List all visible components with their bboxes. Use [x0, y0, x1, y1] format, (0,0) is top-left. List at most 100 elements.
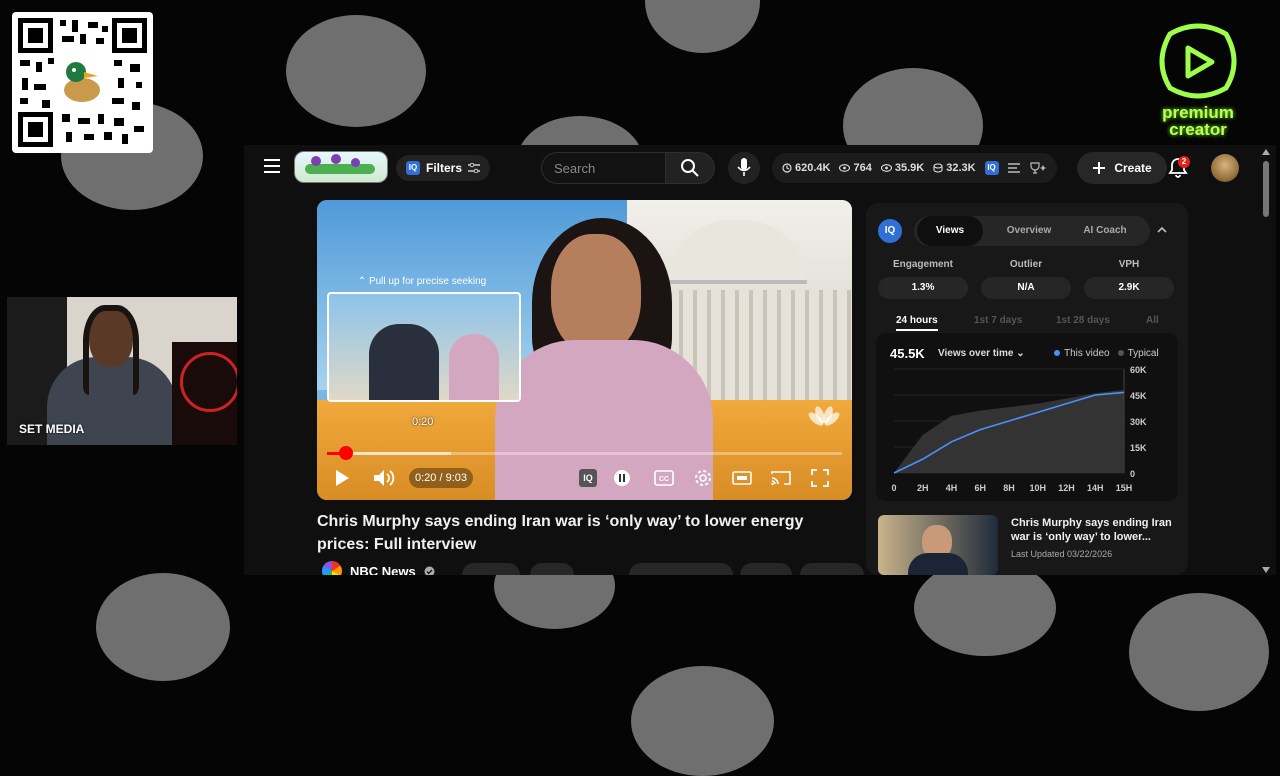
play-button[interactable]	[329, 465, 355, 491]
trophy-sparkle-icon[interactable]	[1029, 162, 1047, 174]
like-dislike-button[interactable]	[629, 563, 733, 575]
panel-tabs: Views Overview AI Coach	[914, 216, 1150, 246]
fullscreen-icon	[811, 469, 829, 487]
progress-bar[interactable]	[327, 452, 842, 455]
stat-views: 35.9K	[881, 162, 924, 174]
stat-value: 764	[853, 162, 871, 174]
scroll-down-arrow-icon[interactable]	[1262, 567, 1270, 573]
channel-art-flower	[311, 156, 321, 166]
search-icon	[680, 158, 700, 178]
action-pill-button[interactable]	[530, 563, 574, 575]
user-avatar[interactable]	[1211, 154, 1239, 182]
chevron-down-icon: ⌄	[1016, 348, 1024, 359]
chart-legend: This video Typical	[1054, 348, 1159, 359]
capitol-dome	[667, 220, 807, 284]
list-icon[interactable]	[1008, 163, 1020, 173]
progress-scrubber-handle[interactable]	[339, 446, 353, 460]
background-blob	[631, 666, 774, 776]
total-views: 45.5K	[890, 346, 925, 361]
volume-icon	[373, 469, 395, 487]
page-scrollbar[interactable]	[1262, 149, 1270, 573]
related-video-thumbnail[interactable]	[878, 515, 998, 575]
youtube-window: IQ Filters Search 620.4K 764 35.9K	[244, 145, 1276, 575]
legend-this-video: This video	[1054, 348, 1110, 359]
eye-icon	[881, 164, 892, 172]
action-pill-button[interactable]	[462, 563, 520, 575]
tab-ai-coach[interactable]: AI Coach	[1072, 216, 1138, 246]
premium-creator-logo: premium creator	[1146, 22, 1250, 142]
filters-label: Filters	[426, 161, 462, 175]
series-area-typical	[894, 390, 1124, 473]
metric-value-outlier: N/A	[981, 277, 1071, 299]
gear-icon	[694, 469, 712, 487]
period-tab-28-days[interactable]: 1st 28 days	[1056, 315, 1110, 326]
create-button[interactable]: Create	[1077, 152, 1167, 184]
x-tick-label: 12H	[1058, 483, 1075, 493]
x-tick-label: 14H	[1087, 483, 1104, 493]
top-bar: IQ Filters Search 620.4K 764 35.9K	[244, 145, 1276, 191]
y-tick-label: 15K	[1130, 443, 1147, 453]
set-media-badge-icon	[180, 352, 237, 412]
tab-views[interactable]: Views	[917, 216, 983, 246]
metric-label-vph: VPH	[1084, 259, 1174, 270]
channel-art-flower	[351, 158, 360, 167]
more-actions-button[interactable]	[822, 563, 852, 575]
mute-button[interactable]	[371, 465, 397, 491]
filters-button[interactable]: IQ Filters	[396, 155, 490, 181]
y-tick-label: 60K	[1130, 365, 1147, 375]
channel-stats-bar: 620.4K 764 35.9K 32.3K IQ	[772, 153, 1057, 183]
webcam-poster	[172, 342, 237, 445]
iq-player-button[interactable]: IQ	[575, 465, 601, 491]
period-tab-24-hours[interactable]: 24 hours	[896, 315, 938, 331]
collapse-chevron-icon[interactable]	[1156, 224, 1168, 236]
search-button[interactable]	[665, 152, 715, 184]
related-video-title[interactable]: Chris Murphy says ending Iran war is ‘on…	[1011, 516, 1181, 544]
search-input[interactable]: Search	[541, 152, 665, 184]
share-button[interactable]	[740, 563, 792, 575]
views-chart-card: 45.5K Views over time ⌄ This video Typic…	[876, 333, 1178, 501]
seek-preview-time: 0:20	[412, 416, 433, 428]
video-player[interactable]: ⌃ Pull up for precise seeking 0:20 0:20 …	[317, 200, 852, 500]
period-tab-all[interactable]: All	[1146, 315, 1159, 326]
voice-search-button[interactable]	[728, 152, 760, 184]
logo-text: premium creator	[1146, 104, 1250, 138]
stat-watch-time: 620.4K	[782, 162, 830, 174]
x-tick-label: 0	[891, 483, 896, 493]
iq-badge-icon[interactable]: IQ	[985, 161, 999, 175]
stat-live-views: 764	[839, 162, 871, 174]
play-icon	[334, 469, 350, 487]
channel-name[interactable]: NBC News	[350, 564, 416, 576]
plus-icon	[1092, 161, 1106, 175]
views-line-chart: 015K30K45K60K02H4H6H8H10H12H14H15H	[876, 361, 1178, 501]
sliders-icon	[468, 163, 480, 173]
channel-row[interactable]: NBC News	[322, 561, 435, 575]
views-over-time-dropdown[interactable]: Views over time ⌄	[938, 348, 1025, 359]
notification-count-badge: 2	[1178, 156, 1190, 168]
hamburger-menu-icon[interactable]	[264, 159, 280, 173]
y-tick-label: 0	[1130, 469, 1135, 479]
time-display: 0:20 / 9:03	[409, 468, 473, 488]
cast-button[interactable]	[768, 465, 794, 491]
pause-autoplay-button[interactable]	[609, 465, 635, 491]
scrollbar-thumb[interactable]	[1263, 161, 1269, 217]
metric-value-vph: 2.9K	[1084, 277, 1174, 299]
period-tab-7-days[interactable]: 1st 7 days	[974, 315, 1022, 326]
anchor-face	[551, 234, 641, 354]
x-tick-label: 10H	[1029, 483, 1046, 493]
tab-overview[interactable]: Overview	[996, 216, 1062, 246]
channel-art-thumbnail[interactable]	[294, 151, 388, 183]
chevron-up-icon: ⌃	[358, 276, 369, 287]
settings-button[interactable]	[690, 465, 716, 491]
channel-art-flower	[331, 154, 341, 164]
legend-label: This video	[1064, 348, 1110, 359]
nbc-news-logo	[322, 561, 342, 575]
scroll-up-arrow-icon[interactable]	[1262, 149, 1270, 155]
iq-badge-icon: IQ	[406, 161, 420, 175]
captions-button[interactable]: CC	[651, 465, 677, 491]
microphone-icon	[736, 158, 752, 178]
qr-code-pattern	[18, 18, 147, 147]
fullscreen-button[interactable]	[807, 465, 833, 491]
x-tick-label: 15H	[1116, 483, 1133, 493]
theater-mode-button[interactable]	[729, 465, 755, 491]
x-tick-label: 6H	[974, 483, 986, 493]
